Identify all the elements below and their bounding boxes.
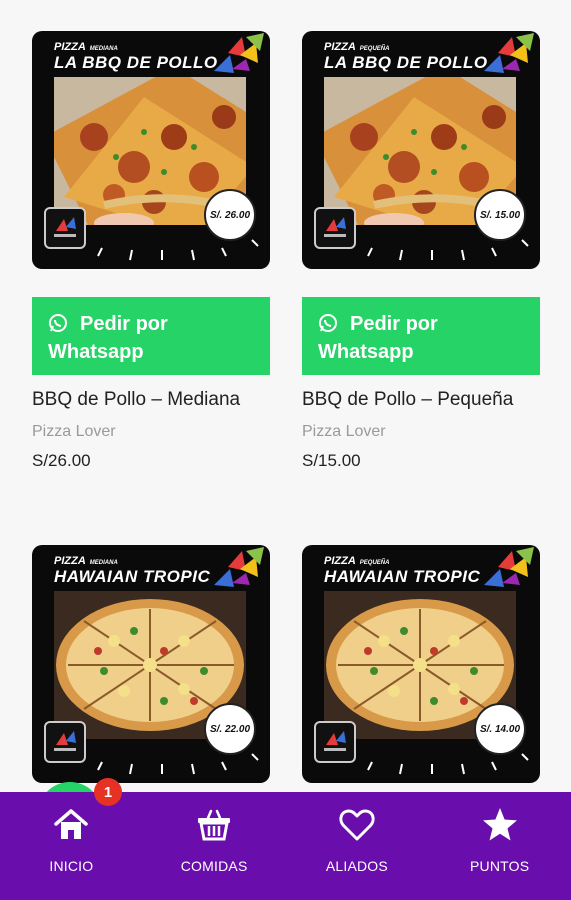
nav-item-inicio[interactable]: INICIO	[0, 792, 143, 900]
product-title[interactable]: BBQ de Pollo – Pequeña	[302, 389, 540, 411]
pizza-lover-logo	[44, 721, 86, 763]
nav-label: ALIADOS	[325, 858, 388, 874]
home-icon	[54, 809, 89, 839]
product-image[interactable]: PIZZA MEDIANA HAWAIAN TROPIC S/. 22.00	[32, 545, 270, 783]
heart-icon	[339, 809, 375, 841]
product-title[interactable]: BBQ de Pollo – Mediana	[32, 389, 270, 411]
promo-pizza-label: PIZZA PEQUEÑA	[324, 555, 390, 567]
rays-decoration	[97, 239, 259, 261]
product-price: S/15.00	[302, 451, 361, 470]
product-price: S/26.00	[32, 451, 91, 470]
pizza-lover-logo	[44, 207, 86, 249]
promo-price-badge: S/. 26.00	[204, 189, 256, 241]
product-image[interactable]: PIZZA MEDIANA LA BBQ DE POLLO S/. 26.00	[32, 31, 270, 269]
triangles-decoration	[214, 547, 264, 587]
triangles-decoration	[214, 33, 264, 73]
promo-pizza-label: PIZZA MEDIANA	[54, 41, 118, 53]
promo-pizza-label: PIZZA PEQUEÑA	[324, 41, 390, 53]
promo-price-badge: S/. 14.00	[474, 703, 526, 755]
product-vendor: Pizza Lover	[302, 423, 386, 440]
product-image[interactable]: PIZZA PEQUEÑA HAWAIAN TROPIC S/. 14.00	[302, 545, 540, 783]
nav-label: COMIDAS	[180, 858, 248, 874]
nav-label: PUNTOS	[469, 858, 530, 874]
whatsapp-icon	[49, 314, 67, 332]
rays-decoration	[97, 753, 259, 775]
promo-title: LA BBQ DE POLLO	[324, 53, 488, 72]
promo-price-badge: S/. 22.00	[204, 703, 256, 755]
nav-label: INICIO	[49, 858, 94, 874]
whatsapp-order-button[interactable]: Pedir por Whatsapp	[32, 297, 270, 375]
whatsapp-order-button[interactable]: Pedir por Whatsapp	[302, 297, 540, 375]
rays-decoration	[367, 239, 529, 261]
nav-item-comidas[interactable]: COMIDAS	[143, 792, 286, 900]
promo-title: HAWAIAN TROPIC	[54, 567, 211, 586]
basket-icon	[198, 809, 231, 841]
product-card: PIZZA MEDIANA LA BBQ DE POLLO S/. 26.00 …	[32, 31, 270, 471]
nav-item-puntos[interactable]: PUNTOS	[428, 792, 571, 900]
rays-decoration	[367, 753, 529, 775]
promo-title: HAWAIAN TROPIC	[324, 567, 481, 586]
bottom-navigation: INICIO COMIDAS ALIADOS PUNTOS	[0, 792, 571, 900]
pizza-lover-logo	[314, 207, 356, 249]
nav-item-aliados[interactable]: ALIADOS	[286, 792, 429, 900]
triangles-decoration	[484, 547, 534, 587]
notification-badge: 1	[94, 778, 122, 806]
star-icon	[482, 808, 517, 841]
whatsapp-icon	[319, 314, 337, 332]
promo-title: LA BBQ DE POLLO	[54, 53, 218, 72]
product-card: PIZZA PEQUEÑA LA BBQ DE POLLO S/. 15.00 …	[302, 31, 540, 471]
promo-pizza-label: PIZZA MEDIANA	[54, 555, 118, 567]
pizza-lover-logo	[314, 721, 356, 763]
product-image[interactable]: PIZZA PEQUEÑA LA BBQ DE POLLO S/. 15.00	[302, 31, 540, 269]
triangles-decoration	[484, 33, 534, 73]
product-vendor: Pizza Lover	[32, 423, 116, 440]
product-card: PIZZA PEQUEÑA HAWAIAN TROPIC S/. 14.00	[302, 545, 540, 783]
promo-price-badge: S/. 15.00	[474, 189, 526, 241]
product-card: PIZZA MEDIANA HAWAIAN TROPIC S/. 22.00	[32, 545, 270, 783]
